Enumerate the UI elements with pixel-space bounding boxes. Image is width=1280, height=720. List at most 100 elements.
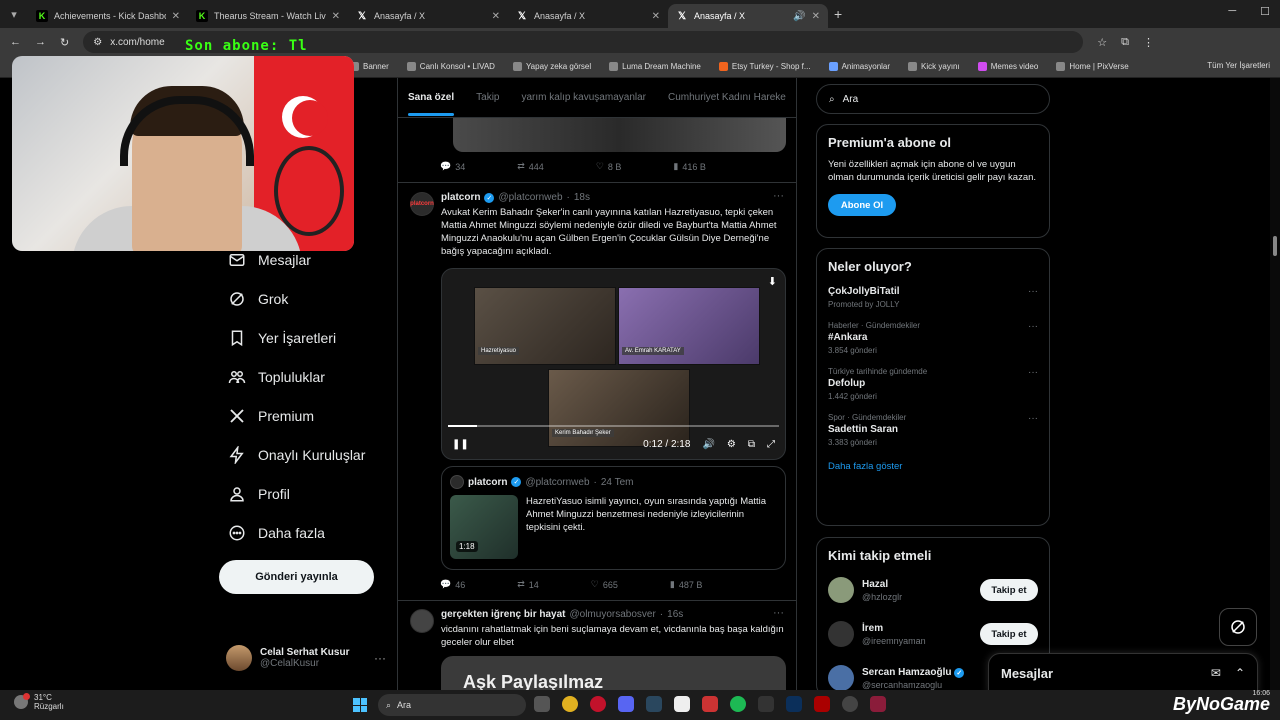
settings-icon[interactable]: ⚙	[727, 439, 736, 450]
more-icon[interactable]: ···	[1028, 413, 1038, 424]
more-icon[interactable]: ···	[1028, 367, 1038, 378]
bookmark-luma[interactable]: Luma Dream Machine	[609, 62, 701, 71]
fullscreen-icon[interactable]: ⤢	[767, 439, 775, 450]
tab-3[interactable]: 𝕏 Anasayfa / X ✕	[348, 4, 508, 28]
forward-icon[interactable]: →	[35, 36, 46, 48]
show-more-link[interactable]: Daha fazla göster	[828, 461, 1038, 472]
tweet-author[interactable]: platcorn	[441, 192, 480, 203]
repost-button[interactable]: ⇄ 444	[517, 161, 544, 172]
new-tab-button[interactable]: +	[834, 6, 842, 22]
windows-start-icon[interactable]	[353, 698, 367, 712]
minimize-button[interactable]: ─	[1228, 5, 1236, 18]
bookmark-yapay-zeka[interactable]: Yapay zeka görsel	[512, 62, 591, 71]
tab-search-button[interactable]: ▾	[0, 0, 28, 28]
tweet-handle[interactable]: @platcornweb	[498, 192, 562, 203]
reload-icon[interactable]: ↻	[60, 36, 69, 49]
site-info-icon[interactable]: ⚙	[93, 37, 102, 48]
post-button[interactable]: Gönderi yayınla	[219, 560, 374, 594]
messages-drawer[interactable]: Mesajlar ✉ ⌃	[988, 653, 1258, 693]
more-icon[interactable]: ···	[1028, 321, 1038, 332]
all-bookmarks[interactable]: Tüm Yer İşaretleri	[1207, 61, 1270, 70]
new-message-icon[interactable]: ✉	[1211, 666, 1221, 680]
grok-button[interactable]	[1219, 608, 1257, 646]
tweet-handle[interactable]: @olmuyorsabosver	[570, 609, 656, 620]
account-switcher[interactable]: Celal Serhat Kusur @CelalKusur ···	[226, 643, 386, 673]
nav-verified-orgs[interactable]: Onaylı Kuruluşlar	[216, 435, 396, 474]
reply-button[interactable]: 💬 34	[440, 161, 465, 172]
bookmark-animasyonlar[interactable]: Animasyonlar	[828, 62, 890, 71]
chrome-icon[interactable]	[562, 696, 578, 712]
like-button[interactable]: ♡ 665	[591, 579, 618, 590]
tab-for-you[interactable]: Sana özel	[408, 92, 455, 116]
popout-icon[interactable]: ⧉	[748, 439, 755, 450]
video-player[interactable]: Hazretiyasuo Av. Emrah KARATAY Kerim Bah…	[441, 268, 786, 460]
tweet-time[interactable]: 18s	[574, 192, 590, 203]
obs-icon[interactable]	[842, 696, 858, 712]
opera-icon[interactable]	[590, 696, 606, 712]
close-icon[interactable]: ✕	[172, 11, 180, 22]
back-icon[interactable]: ←	[10, 36, 21, 48]
nav-premium[interactable]: Premium	[216, 396, 396, 435]
maximize-button[interactable]: ☐	[1260, 5, 1270, 18]
taskbar-search[interactable]: ⌕ Ara	[378, 694, 526, 716]
previous-tweet-media[interactable]	[453, 118, 786, 152]
views-button[interactable]: ▮ 416 B	[673, 161, 705, 172]
capcut-icon[interactable]	[674, 696, 690, 712]
scrollbar-thumb[interactable]	[1273, 236, 1277, 256]
star-icon[interactable]: ☆	[1097, 36, 1107, 49]
follow-suggestion[interactable]: Hazal @hzlozglr Takip et	[828, 573, 1038, 607]
tweet-media[interactable]: Aşk Paylaşılmaz	[441, 656, 786, 690]
tab-4[interactable]: 𝕏 Anasayfa / X ✕	[508, 4, 668, 28]
nav-communities[interactable]: Topluluklar	[216, 357, 396, 396]
reply-button[interactable]: 💬 46	[440, 579, 465, 590]
search-input[interactable]: ⌕ Ara	[816, 84, 1050, 114]
download-icon[interactable]: ⬇	[768, 275, 777, 288]
quoted-tweet[interactable]: platcorn ✓ @platcornweb · 24 Tem 1:18 Ha…	[441, 466, 786, 570]
avatar[interactable]	[410, 609, 434, 633]
video-progress[interactable]	[448, 425, 779, 427]
steam-icon[interactable]	[646, 696, 662, 712]
file-explorer-icon[interactable]	[534, 696, 550, 712]
trend-item[interactable]: ÇokJollyBiTatil Promoted by JOLLY ···	[828, 286, 1038, 309]
page-scrollbar[interactable]	[1270, 78, 1280, 690]
more-icon[interactable]: ···	[773, 190, 784, 202]
photoshop-icon[interactable]	[786, 696, 802, 712]
avatar[interactable]: platcorn	[410, 192, 434, 216]
nav-grok[interactable]: Grok	[216, 279, 396, 318]
follow-suggestion[interactable]: İrem @ireemnyaman Takip et	[828, 617, 1038, 651]
nav-messages[interactable]: Mesajlar	[216, 240, 396, 279]
app-icon[interactable]	[702, 696, 718, 712]
nav-profile[interactable]: Profil	[216, 474, 396, 513]
tab-following[interactable]: Takip	[476, 92, 499, 103]
tweet-author[interactable]: gerçekten iğrenç bir hayat	[441, 609, 566, 620]
expand-icon[interactable]: ⌃	[1235, 666, 1245, 680]
pause-icon[interactable]: ❚❚	[452, 439, 469, 450]
trend-item[interactable]: Haberler · Gündemdekiler #Ankara 3.854 g…	[828, 321, 1038, 355]
discord-icon[interactable]	[618, 696, 634, 712]
close-icon[interactable]: ✕	[332, 11, 340, 22]
tab-list-1[interactable]: yarım kalıp kavuşamayanlar	[522, 92, 647, 103]
more-icon[interactable]: ···	[374, 651, 386, 665]
tab-5-active[interactable]: 𝕏 Anasayfa / X 🔊 ✕	[668, 4, 828, 28]
trend-item[interactable]: Türkiye tarihinde gündemde Defolup 1.442…	[828, 367, 1038, 401]
bookmark-canli-konsol[interactable]: Canlı Konsol • LIVAD	[406, 62, 495, 71]
epic-games-icon[interactable]	[758, 696, 774, 712]
more-icon[interactable]: ···	[773, 607, 784, 619]
extensions-icon[interactable]: ⧉	[1121, 36, 1129, 49]
tab-list-2[interactable]: Cumhuriyet Kadını Hareke	[668, 92, 786, 103]
tab-1[interactable]: KAchievements - Kick Dashboard✕	[28, 4, 188, 28]
close-icon[interactable]: ✕	[652, 11, 660, 22]
close-icon[interactable]: ✕	[492, 11, 500, 22]
tab-2[interactable]: KThearus Stream - Watch Live on✕	[188, 4, 348, 28]
nav-bookmarks[interactable]: Yer İşaretleri	[216, 318, 396, 357]
bookmark-banner[interactable]: Banner	[350, 62, 389, 71]
bookmark-etsy[interactable]: Etsy Turkey - Shop f...	[718, 62, 811, 71]
bookmark-pixverse[interactable]: Home | PixVerse	[1056, 62, 1129, 71]
subscribe-button[interactable]: Abone Ol	[828, 194, 896, 216]
nav-more[interactable]: Daha fazla	[216, 513, 396, 552]
volume-icon[interactable]: 🔊	[702, 439, 714, 450]
app-icon[interactable]	[870, 696, 886, 712]
follow-button[interactable]: Takip et	[980, 579, 1038, 601]
tweet-time[interactable]: 16s	[667, 609, 683, 620]
trend-item[interactable]: Spor · Gündemdekiler Sadettin Saran 3.38…	[828, 413, 1038, 447]
